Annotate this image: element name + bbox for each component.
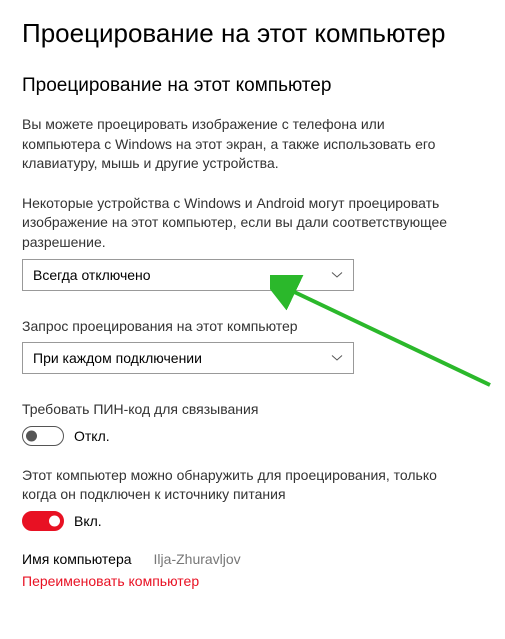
page-title: Проецирование на этот компьютер (22, 18, 483, 49)
ask-select-value: При каждом подключении (33, 350, 202, 366)
chevron-down-icon (331, 269, 343, 281)
annotation-arrow (270, 275, 505, 405)
rename-pc-link[interactable]: Переименовать компьютер (22, 573, 483, 589)
permission-label: Некоторые устройства с Windows и Android… (22, 194, 452, 253)
discover-toggle[interactable] (22, 511, 64, 531)
section-title: Проецирование на этот компьютер (22, 75, 483, 97)
intro-text: Вы можете проецировать изображение с тел… (22, 115, 452, 174)
pc-name-value: Ilja-Zhuravljov (154, 551, 241, 567)
ask-select[interactable]: При каждом подключении (22, 342, 354, 374)
chevron-down-icon (331, 352, 343, 364)
pin-toggle[interactable] (22, 426, 64, 446)
discover-toggle-state: Вкл. (74, 513, 102, 529)
pin-toggle-state: Откл. (74, 428, 110, 444)
discover-label: Этот компьютер можно обнаружить для прое… (22, 466, 452, 505)
ask-label: Запрос проецирования на этот компьютер (22, 317, 452, 337)
pc-name-label: Имя компьютера (22, 551, 132, 567)
permission-select-value: Всегда отключено (33, 267, 151, 283)
permission-select[interactable]: Всегда отключено (22, 259, 354, 291)
pin-label: Требовать ПИН-код для связывания (22, 400, 452, 420)
